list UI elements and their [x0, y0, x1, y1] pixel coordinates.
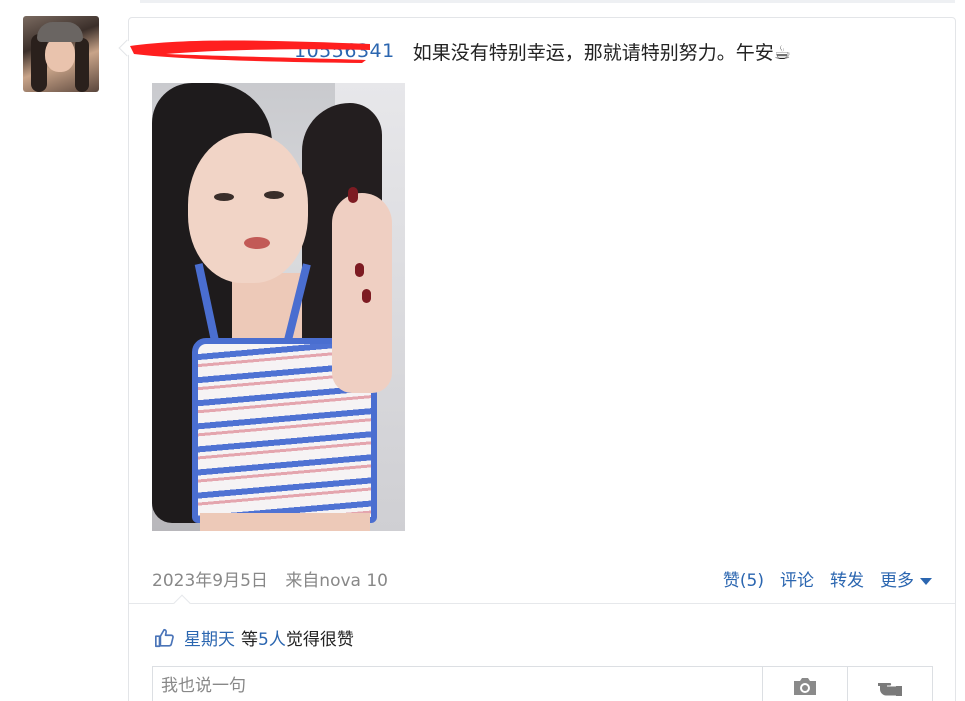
- likes-mid: 等: [241, 630, 258, 650]
- thumb-up-icon: [155, 628, 174, 647]
- pointing-hand-icon: [878, 683, 902, 696]
- more-button[interactable]: 更多: [880, 566, 932, 591]
- post-date: 2023年9月5日: [152, 571, 268, 591]
- likes-count-link[interactable]: 5人: [258, 625, 286, 650]
- section-divider: [129, 603, 955, 604]
- post-meta: 2023年9月5日 来自nova 10: [152, 566, 388, 591]
- likes-summary: 星期天 等 5人 觉得很赞: [154, 625, 354, 650]
- gesture-button[interactable]: [847, 667, 932, 701]
- photo-upload-button[interactable]: [762, 667, 847, 701]
- likes-suffix: 觉得很赞: [285, 630, 354, 650]
- camera-icon: [794, 678, 816, 695]
- comment-box: [152, 666, 933, 701]
- liker-link[interactable]: 星期天: [184, 625, 235, 650]
- share-button[interactable]: 转发: [830, 566, 864, 591]
- chevron-down-icon: [920, 577, 932, 585]
- post-photo[interactable]: [152, 83, 405, 531]
- post-text: 如果没有特别幸运，那就请特别努力。午安☕: [412, 41, 791, 64]
- comment-input[interactable]: [153, 667, 762, 701]
- like-button[interactable]: 赞(5): [723, 566, 764, 591]
- comment-button[interactable]: 评论: [780, 566, 814, 591]
- top-divider: [140, 0, 955, 3]
- avatar[interactable]: [23, 16, 99, 92]
- post-actions: 赞(5) 评论 转发 更多: [707, 566, 932, 591]
- post-source: 来自nova 10: [285, 571, 389, 591]
- more-label: 更多: [880, 571, 914, 591]
- redaction-scribble: [130, 40, 370, 63]
